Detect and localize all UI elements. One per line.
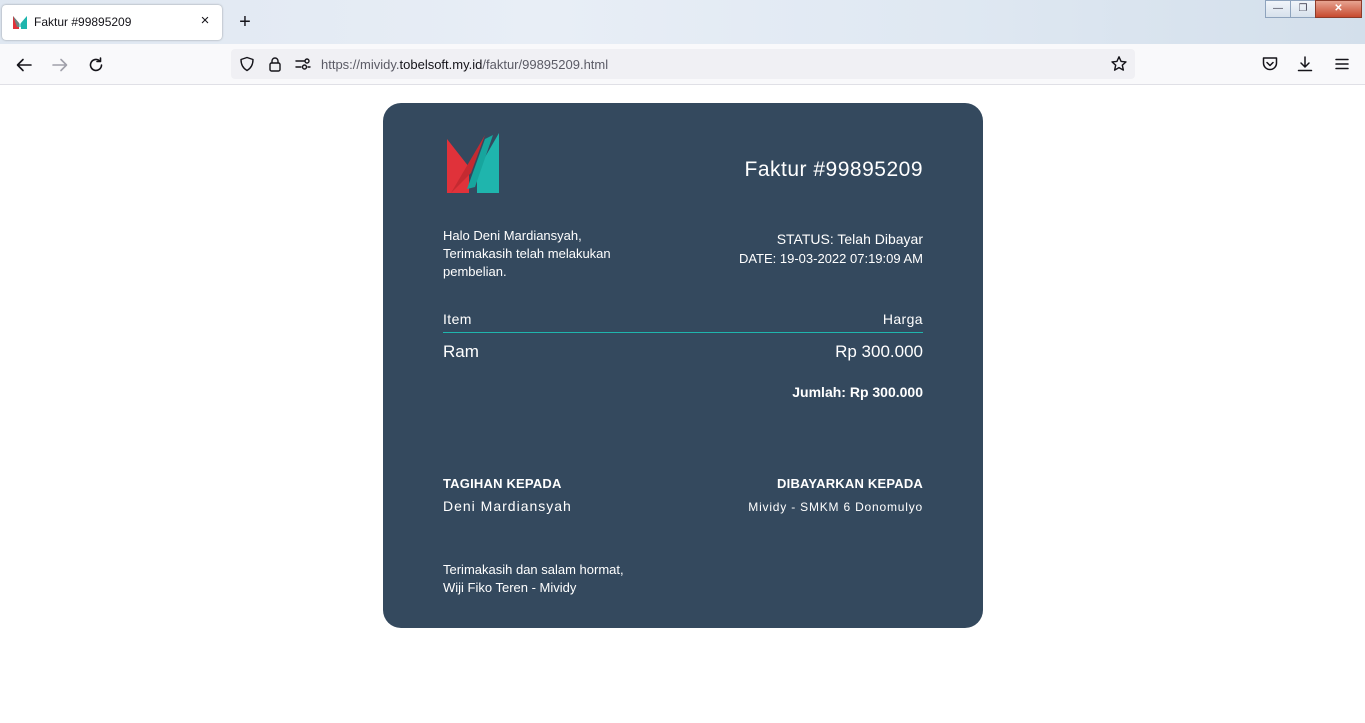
- bill-to-block: TAGIHAN KEPADA Deni Mardiansyah: [443, 476, 572, 514]
- m-logo-icon: [13, 16, 27, 29]
- url-domain: tobelsoft.my.id: [399, 57, 483, 72]
- pocket-icon: [1262, 57, 1278, 71]
- pay-to-label: DIBAYARKAN KEPADA: [777, 476, 923, 491]
- plus-icon[interactable]: +: [234, 11, 256, 33]
- invoice-card: Faktur #99895209 Halo Deni Mardiansyah, …: [383, 103, 983, 628]
- shield-icon[interactable]: [239, 56, 255, 72]
- browser-tab[interactable]: Faktur #99895209 ×: [2, 5, 222, 40]
- item-price: Rp 300.000: [835, 342, 923, 361]
- status-value: Telah Dibayar: [837, 231, 923, 247]
- url-path: /faktur/99895209.html: [482, 57, 609, 72]
- address-bar[interactable]: https://mividy.tobelsoft.my.id/faktur/99…: [231, 49, 1135, 79]
- status-label: STATUS:: [776, 231, 834, 247]
- browser-titlebar: Faktur #99895209 × + — ❐ ✕: [0, 0, 1365, 44]
- minimize-button[interactable]: —: [1265, 0, 1291, 18]
- star-icon[interactable]: [1110, 55, 1128, 73]
- reload-icon: [89, 57, 103, 72]
- bill-to-name: Deni Mardiansyah: [443, 498, 572, 514]
- date-line: DATE: 19-03-2022 07:19:09 AM: [739, 249, 923, 268]
- close-icon[interactable]: ×: [196, 12, 214, 30]
- tab-title: Faktur #99895209: [34, 15, 132, 29]
- forward-button[interactable]: [48, 53, 72, 77]
- signoff-name: Wiji Fiko Teren - Mividy: [443, 580, 577, 595]
- greeting-line: Halo Deni Mardiansyah,: [443, 228, 582, 243]
- back-button[interactable]: [12, 53, 36, 77]
- lock-icon[interactable]: [267, 56, 283, 72]
- pay-to-name: Mividy - SMKM 6 Donomulyo: [748, 500, 923, 514]
- signoff: Terimakasih dan salam hormat, Wiji Fiko …: [443, 561, 624, 597]
- date-label: DATE:: [738, 251, 777, 266]
- menu-icon: [1335, 58, 1349, 70]
- date-value: 19-03-2022 07:19:09 AM: [779, 251, 923, 266]
- column-header-item: Item: [443, 311, 472, 327]
- window-controls: — ❐ ✕: [1265, 0, 1362, 18]
- invoice-total: Jumlah: Rp 300.000: [792, 384, 923, 400]
- window-close-button[interactable]: ✕: [1315, 0, 1362, 18]
- greeting: Halo Deni Mardiansyah, Terimakasih telah…: [443, 227, 643, 281]
- invoice-title: Faktur #99895209: [744, 158, 923, 181]
- status-block: STATUS: Telah Dibayar DATE: 19-03-2022 0…: [739, 230, 923, 268]
- pocket-button[interactable]: [1260, 54, 1280, 74]
- items-header: Item Harga: [443, 311, 923, 333]
- forward-arrow-icon: [52, 58, 68, 72]
- status-line: STATUS: Telah Dibayar: [739, 230, 923, 249]
- bill-to-label: TAGIHAN KEPADA: [443, 476, 562, 491]
- permissions-icon[interactable]: [295, 56, 311, 72]
- m-logo-icon: [447, 133, 499, 193]
- reload-button[interactable]: [84, 53, 108, 77]
- url-text[interactable]: https://mividy.tobelsoft.my.id/faktur/99…: [321, 57, 608, 72]
- downloads-button[interactable]: [1295, 54, 1315, 74]
- url-prefix: https://mividy.: [321, 57, 400, 72]
- pay-to-block: DIBAYARKAN KEPADA Mividy - SMKM 6 Donomu…: [748, 476, 923, 514]
- signoff-line: Terimakasih dan salam hormat,: [443, 562, 624, 577]
- menu-button[interactable]: [1332, 54, 1352, 74]
- restore-button[interactable]: ❐: [1290, 0, 1316, 18]
- item-row: Ram Rp 300.000: [443, 342, 923, 364]
- thanks-line: Terimakasih telah melakukan pembelian.: [443, 246, 611, 279]
- download-icon: [1297, 56, 1313, 72]
- item-name: Ram: [443, 342, 479, 361]
- browser-navbar: https://mividy.tobelsoft.my.id/faktur/99…: [0, 44, 1365, 85]
- column-header-price: Harga: [882, 311, 923, 327]
- back-arrow-icon: [16, 58, 32, 72]
